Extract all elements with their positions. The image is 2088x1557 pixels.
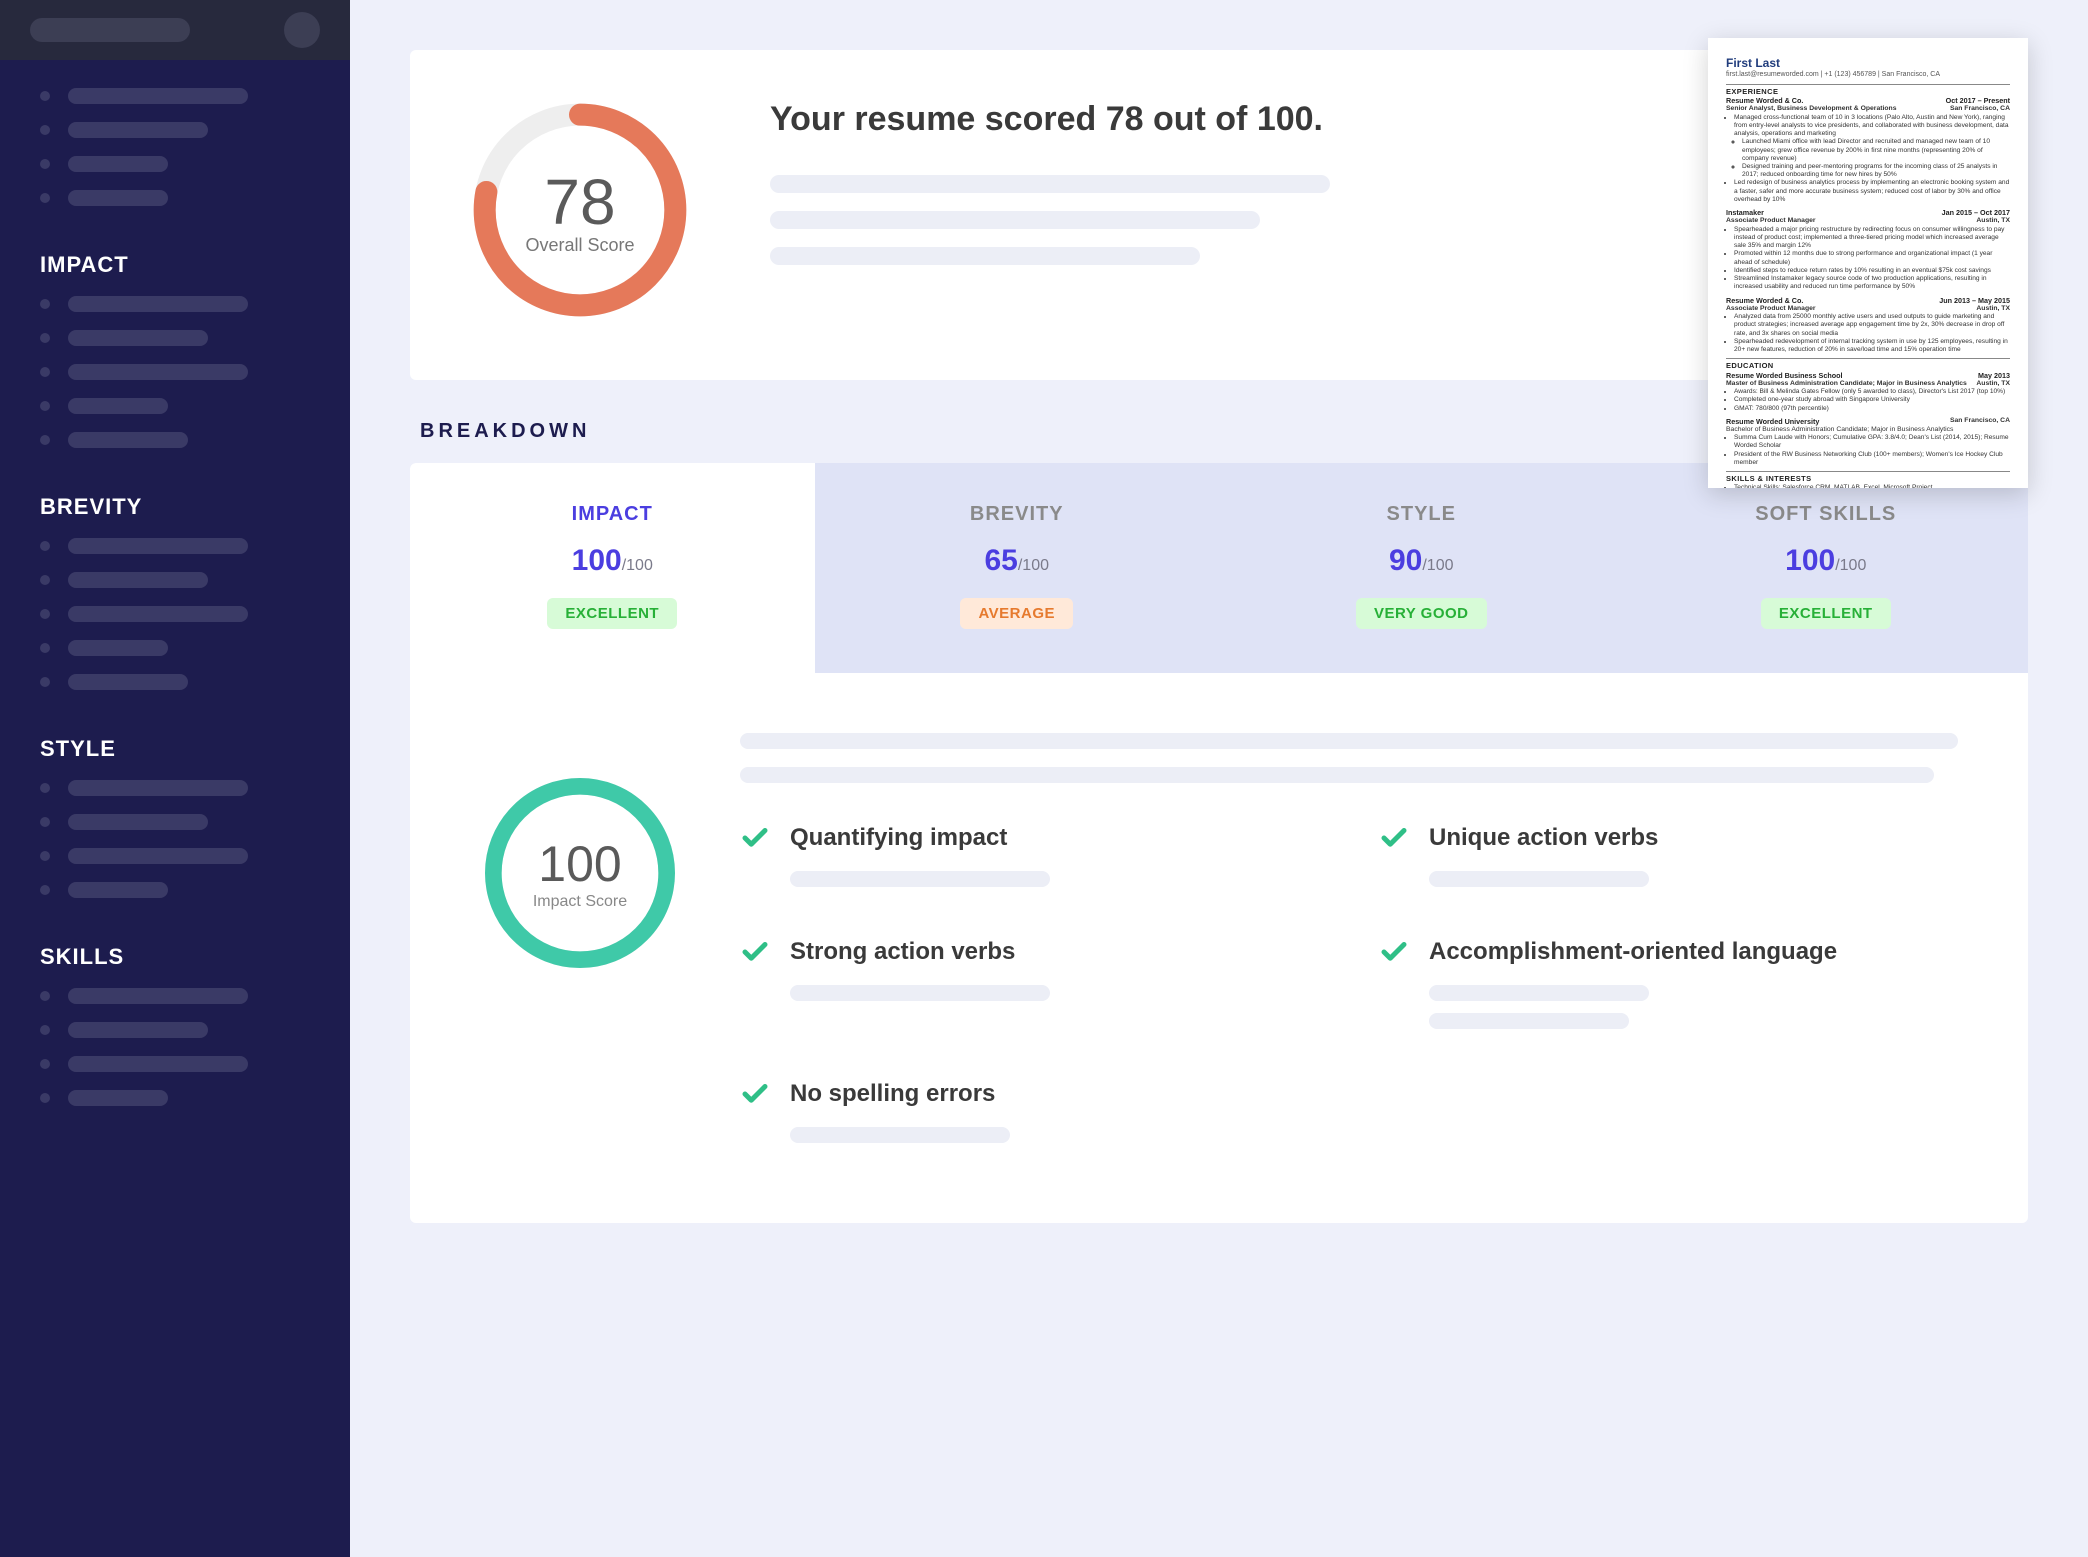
- tab-soft-skills[interactable]: SOFT SKILLS 100/100 EXCELLENT: [1624, 463, 2029, 673]
- breakdown-tabs: IMPACT 100/100 EXCELLENT BREVITY 65/100 …: [410, 463, 2028, 673]
- tab-title: IMPACT: [430, 503, 795, 526]
- nav-item[interactable]: [40, 190, 310, 206]
- nav-item[interactable]: [40, 364, 310, 380]
- placeholder-line: [770, 247, 1200, 265]
- nav-item[interactable]: [40, 88, 310, 104]
- nav-section-label: BREVITY: [40, 494, 310, 520]
- check-icon: [1379, 937, 1409, 967]
- check-icon: [740, 823, 770, 853]
- overall-score-value: 78: [544, 165, 615, 239]
- nav-item[interactable]: [40, 122, 310, 138]
- sidebar-topbar: [0, 0, 350, 60]
- tab-score: 100/100: [1644, 544, 2009, 578]
- tab-style[interactable]: STYLE 90/100 VERY GOOD: [1219, 463, 1624, 673]
- nav-section-label: STYLE: [40, 736, 310, 762]
- tab-score: 90/100: [1239, 544, 1604, 578]
- check-accomplishment-oriented: Accomplishment-oriented language: [1379, 937, 1958, 1029]
- nav-item[interactable]: [40, 330, 310, 346]
- main-content: 78 Overall Score Your resume scored 78 o…: [350, 0, 2088, 1557]
- nav-item[interactable]: [40, 674, 310, 690]
- nav-item[interactable]: [40, 572, 310, 588]
- placeholder-line: [740, 733, 1958, 749]
- nav-item[interactable]: [40, 780, 310, 796]
- resume-section-education: EDUCATION: [1726, 358, 2010, 370]
- placeholder-line: [790, 871, 1050, 887]
- overall-score-gauge: 78 Overall Score: [470, 100, 690, 320]
- check-label: No spelling errors: [790, 1080, 995, 1108]
- status-badge: AVERAGE: [960, 598, 1073, 629]
- nav-item[interactable]: [40, 538, 310, 554]
- status-badge: EXCELLENT: [547, 598, 677, 629]
- impact-score-value: 100: [538, 835, 621, 893]
- impact-score-gauge: 100 Impact Score: [480, 773, 680, 973]
- nav-group-general: [0, 60, 350, 234]
- placeholder-line: [740, 767, 1934, 783]
- check-label: Strong action verbs: [790, 938, 1015, 966]
- tab-score: 65/100: [835, 544, 1200, 578]
- nav-item[interactable]: [40, 848, 310, 864]
- overall-score-label: Overall Score: [525, 235, 634, 256]
- placeholder-line: [1429, 985, 1649, 1001]
- tab-score: 100/100: [430, 544, 795, 578]
- nav-item[interactable]: [40, 1056, 310, 1072]
- nav-item[interactable]: [40, 814, 310, 830]
- tab-brevity[interactable]: BREVITY 65/100 AVERAGE: [815, 463, 1220, 673]
- check-label: Quantifying impact: [790, 824, 1007, 852]
- placeholder-line: [1429, 871, 1649, 887]
- nav-item[interactable]: [40, 882, 310, 898]
- nav-item[interactable]: [40, 398, 310, 414]
- sidebar: IMPACT BREVITY STYLE SKILLS: [0, 0, 350, 1557]
- check-icon: [1379, 823, 1409, 853]
- tab-title: SOFT SKILLS: [1644, 503, 2009, 526]
- placeholder-line: [1429, 1013, 1629, 1029]
- nav-section-label: SKILLS: [40, 944, 310, 970]
- detail-body: Quantifying impact Unique action verbs S…: [740, 733, 1958, 1143]
- check-icon: [740, 1079, 770, 1109]
- detail-panel: 100 Impact Score Quantifying impact: [410, 673, 2028, 1223]
- avatar[interactable]: [284, 12, 320, 48]
- tab-impact[interactable]: IMPACT 100/100 EXCELLENT: [410, 463, 815, 673]
- resume-thumbnail[interactable]: First Last first.last@resumeworded.com |…: [1708, 38, 2028, 488]
- placeholder-line: [790, 1127, 1010, 1143]
- check-quantifying-impact: Quantifying impact: [740, 823, 1319, 887]
- nav-group-skills: SKILLS: [0, 926, 350, 1134]
- resume-section-experience: EXPERIENCE: [1726, 84, 2010, 96]
- nav-item[interactable]: [40, 296, 310, 312]
- status-badge: EXCELLENT: [1761, 598, 1891, 629]
- impact-score-label: Impact Score: [533, 893, 627, 911]
- resume-name: First Last: [1726, 56, 2010, 71]
- nav-item[interactable]: [40, 432, 310, 448]
- nav-item[interactable]: [40, 988, 310, 1004]
- placeholder-line: [790, 985, 1050, 1001]
- placeholder-line: [770, 175, 1330, 193]
- checks-grid: Quantifying impact Unique action verbs S…: [740, 823, 1958, 1143]
- nav-item[interactable]: [40, 1022, 310, 1038]
- nav-item[interactable]: [40, 606, 310, 622]
- nav-item[interactable]: [40, 640, 310, 656]
- resume-contact: first.last@resumeworded.com | +1 (123) 4…: [1726, 71, 2010, 80]
- check-label: Unique action verbs: [1429, 824, 1658, 852]
- nav-group-impact: IMPACT: [0, 234, 350, 476]
- check-strong-action-verbs: Strong action verbs: [740, 937, 1319, 1029]
- tab-title: STYLE: [1239, 503, 1604, 526]
- nav-group-brevity: BREVITY: [0, 476, 350, 718]
- status-badge: VERY GOOD: [1356, 598, 1487, 629]
- nav-group-style: STYLE: [0, 718, 350, 926]
- tab-title: BREVITY: [835, 503, 1200, 526]
- check-no-spelling-errors: No spelling errors: [740, 1079, 1319, 1143]
- check-unique-action-verbs: Unique action verbs: [1379, 823, 1958, 887]
- logo-placeholder: [30, 18, 190, 42]
- nav-item[interactable]: [40, 1090, 310, 1106]
- nav-section-label: IMPACT: [40, 252, 310, 278]
- resume-section-skills: SKILLS & INTERESTS: [1726, 471, 2010, 483]
- check-icon: [740, 937, 770, 967]
- nav-item[interactable]: [40, 156, 310, 172]
- placeholder-line: [770, 211, 1260, 229]
- check-label: Accomplishment-oriented language: [1429, 938, 1837, 966]
